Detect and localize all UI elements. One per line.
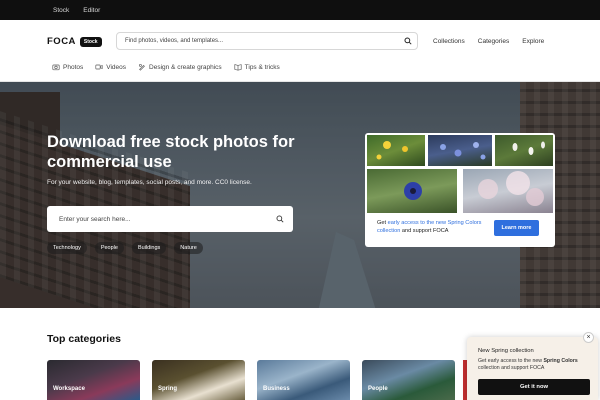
logo-badge: Stock <box>79 36 102 47</box>
popup-body-bold: Spring Colors <box>543 358 578 364</box>
popup-body-after: collection and support FOCA <box>478 365 545 372</box>
header: FOCA Stock Find photos, videos, and temp… <box>0 20 600 82</box>
tag-people[interactable]: People <box>94 242 124 254</box>
category-card-people[interactable]: People <box>362 360 455 400</box>
search-icon[interactable] <box>267 206 293 232</box>
header-search-input[interactable]: Find photos, videos, and templates... <box>116 32 418 50</box>
nav-categories[interactable]: Categories <box>478 38 509 45</box>
category-card-workspace[interactable]: Workspace <box>47 360 140 400</box>
logo[interactable]: FOCA Stock <box>47 36 102 47</box>
hero-subtitle: For your website, blog, templates, socia… <box>47 179 252 186</box>
subnav-tips[interactable]: Tips & tricks <box>234 63 280 71</box>
promo-photo-bluebells <box>428 135 492 166</box>
category-label: People <box>368 386 388 392</box>
hero-section: Download free stock photos for commercia… <box>0 82 600 308</box>
subnav-videos[interactable]: Videos <box>95 63 126 71</box>
book-icon <box>234 64 242 71</box>
popup-title: New Spring collection <box>478 348 534 354</box>
logo-text: FOCA <box>47 36 76 47</box>
hero-tags: Technology People Buildings Nature <box>47 242 203 254</box>
get-it-now-button[interactable]: Get it now <box>478 379 590 395</box>
main-nav: Collections Categories Explore <box>433 38 544 45</box>
category-card-spring[interactable]: Spring <box>152 360 245 400</box>
popup-body: Get early access to the new Spring Color… <box>478 358 590 372</box>
category-card-business[interactable]: Business <box>257 360 350 400</box>
video-icon <box>95 64 103 70</box>
top-bar: Stock Editor <box>0 0 600 20</box>
camera-icon <box>52 64 60 71</box>
spring-promo-card: Get early access to the new Spring Color… <box>365 133 555 247</box>
promo-text-after: and support FOCA <box>400 227 449 234</box>
search-icon[interactable] <box>399 33 417 49</box>
spring-collection-popup: × New Spring collection Get early access… <box>467 332 598 400</box>
tag-technology[interactable]: Technology <box>47 242 87 254</box>
promo-photo-snowdrops <box>495 135 553 166</box>
subnav-photos[interactable]: Photos <box>52 63 83 71</box>
tag-nature[interactable]: Nature <box>174 242 203 254</box>
promo-text: Get early access to the new Spring Color… <box>377 220 492 235</box>
promo-photo-anemone <box>367 169 457 213</box>
hero-title: Download free stock photos for commercia… <box>47 133 295 171</box>
header-search-placeholder: Find photos, videos, and templates... <box>125 38 224 44</box>
subnav-tips-label: Tips & tricks <box>244 63 280 71</box>
tag-buildings[interactable]: Buildings <box>131 242 167 254</box>
learn-more-button[interactable]: Learn more <box>494 220 539 236</box>
top-categories-title: Top categories <box>47 333 121 345</box>
sub-nav: Photos Videos Design & create graphics T… <box>52 63 280 71</box>
promo-text-before: Get <box>377 220 388 226</box>
category-label: Business <box>263 386 290 392</box>
design-icon <box>139 64 145 71</box>
nav-collections[interactable]: Collections <box>433 38 465 45</box>
nav-explore[interactable]: Explore <box>522 38 544 45</box>
popup-body-before: Get early access to the new <box>478 358 544 364</box>
topbar-link-editor[interactable]: Editor <box>83 7 100 14</box>
promo-photo-blossoms <box>463 169 553 213</box>
hero-search-input[interactable]: Enter your search here... <box>47 206 293 232</box>
subnav-design-label: Design & create graphics <box>149 63 222 71</box>
close-icon[interactable]: × <box>583 332 594 343</box>
subnav-photos-label: Photos <box>63 63 84 71</box>
categories-row: Workspace Spring Business People <box>47 360 455 400</box>
category-label: Workspace <box>53 386 85 392</box>
hero-search-placeholder: Enter your search here... <box>59 215 131 223</box>
subnav-videos-label: Videos <box>106 63 127 71</box>
promo-photo-daffodils <box>367 135 425 166</box>
category-label: Spring <box>158 386 177 392</box>
topbar-link-stock[interactable]: Stock <box>53 7 69 14</box>
subnav-design[interactable]: Design & create graphics <box>138 63 222 71</box>
